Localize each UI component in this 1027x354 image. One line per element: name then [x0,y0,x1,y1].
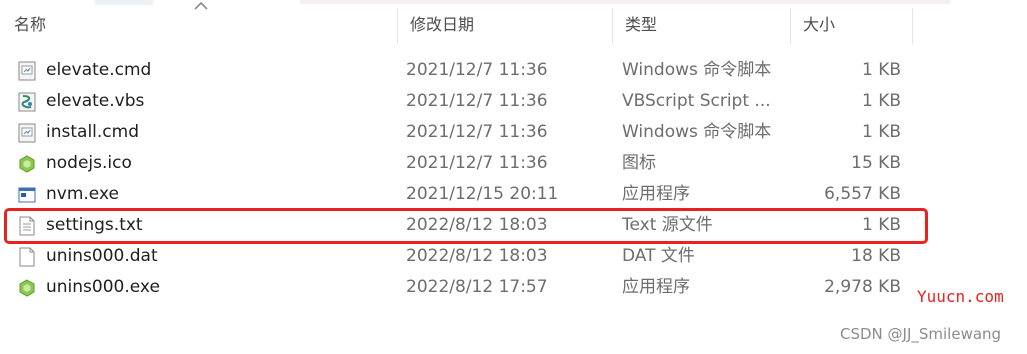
file-size: 1 KB [861,91,901,111]
file-row[interactable]: elevate.vbs 2021/12/7 11:36 VBScript Scr… [0,86,1027,117]
top-strip [0,0,1027,5]
column-divider[interactable] [912,8,913,44]
file-name: elevate.cmd [46,60,152,80]
file-name: unins000.dat [46,246,158,266]
highlight-box [4,208,928,244]
file-size: 6,557 KB [824,184,901,204]
file-date: 2022/8/12 17:57 [406,277,548,297]
toolbar-remnant [95,0,153,5]
site-watermark: Yuucn.com [917,287,1004,306]
file-row[interactable]: elevate.cmd 2021/12/7 11:36 Windows 命令脚本… [0,55,1027,86]
file-size: 18 KB [851,246,901,266]
file-type: 图标 [622,153,656,173]
nodejs-icon [19,279,35,297]
file-size: 15 KB [851,153,901,173]
file-date: 2022/8/12 18:03 [406,246,548,266]
column-header-size[interactable]: 大小 [791,8,913,44]
file-type: VBScript Script ... [622,91,771,111]
file-type: DAT 文件 [622,246,695,266]
file-name: install.cmd [46,122,139,142]
file-type: 应用程序 [622,184,690,204]
file-date: 2021/12/7 11:36 [406,153,548,173]
cmd-script-icon [18,123,36,143]
file-row[interactable]: nodejs.ico 2021/12/7 11:36 图标 15 KB [0,148,1027,179]
file-type: 应用程序 [622,277,690,297]
column-header-bar: 名称 修改日期 类型 大小 [0,8,1027,44]
file-row[interactable]: unins000.exe 2022/8/12 17:57 应用程序 2,978 … [0,272,1027,303]
file-name: unins000.exe [46,277,160,297]
file-size: 2,978 KB [824,277,901,297]
column-header-name[interactable]: 名称 [2,8,398,44]
file-type: Windows 命令脚本 [622,122,772,142]
file-row[interactable]: install.cmd 2021/12/7 11:36 Windows 命令脚本… [0,117,1027,148]
cmd-script-icon [18,61,36,81]
file-date: 2021/12/7 11:36 [406,60,548,80]
file-row[interactable]: unins000.dat 2022/8/12 18:03 DAT 文件 18 K… [0,241,1027,272]
toolbar-remnant [300,0,950,4]
exe-app-icon [18,187,36,203]
column-header-date[interactable]: 修改日期 [398,8,613,44]
file-date: 2021/12/7 11:36 [406,91,548,111]
file-name: nvm.exe [46,184,119,204]
nodejs-icon [19,155,35,173]
file-size: 1 KB [861,122,901,142]
column-header-type[interactable]: 类型 [613,8,791,44]
file-row[interactable]: nvm.exe 2021/12/15 20:11 应用程序 6,557 KB [0,179,1027,210]
blank-file-icon [19,247,35,267]
file-name: elevate.vbs [46,91,145,111]
author-watermark: CSDN @JJ_Smilewang [840,325,1002,343]
file-size: 1 KB [861,60,901,80]
file-date: 2021/12/15 20:11 [406,184,559,204]
vbs-script-icon [18,92,36,112]
file-type: Windows 命令脚本 [622,60,772,80]
file-name: nodejs.ico [46,153,132,173]
file-date: 2021/12/7 11:36 [406,122,548,142]
